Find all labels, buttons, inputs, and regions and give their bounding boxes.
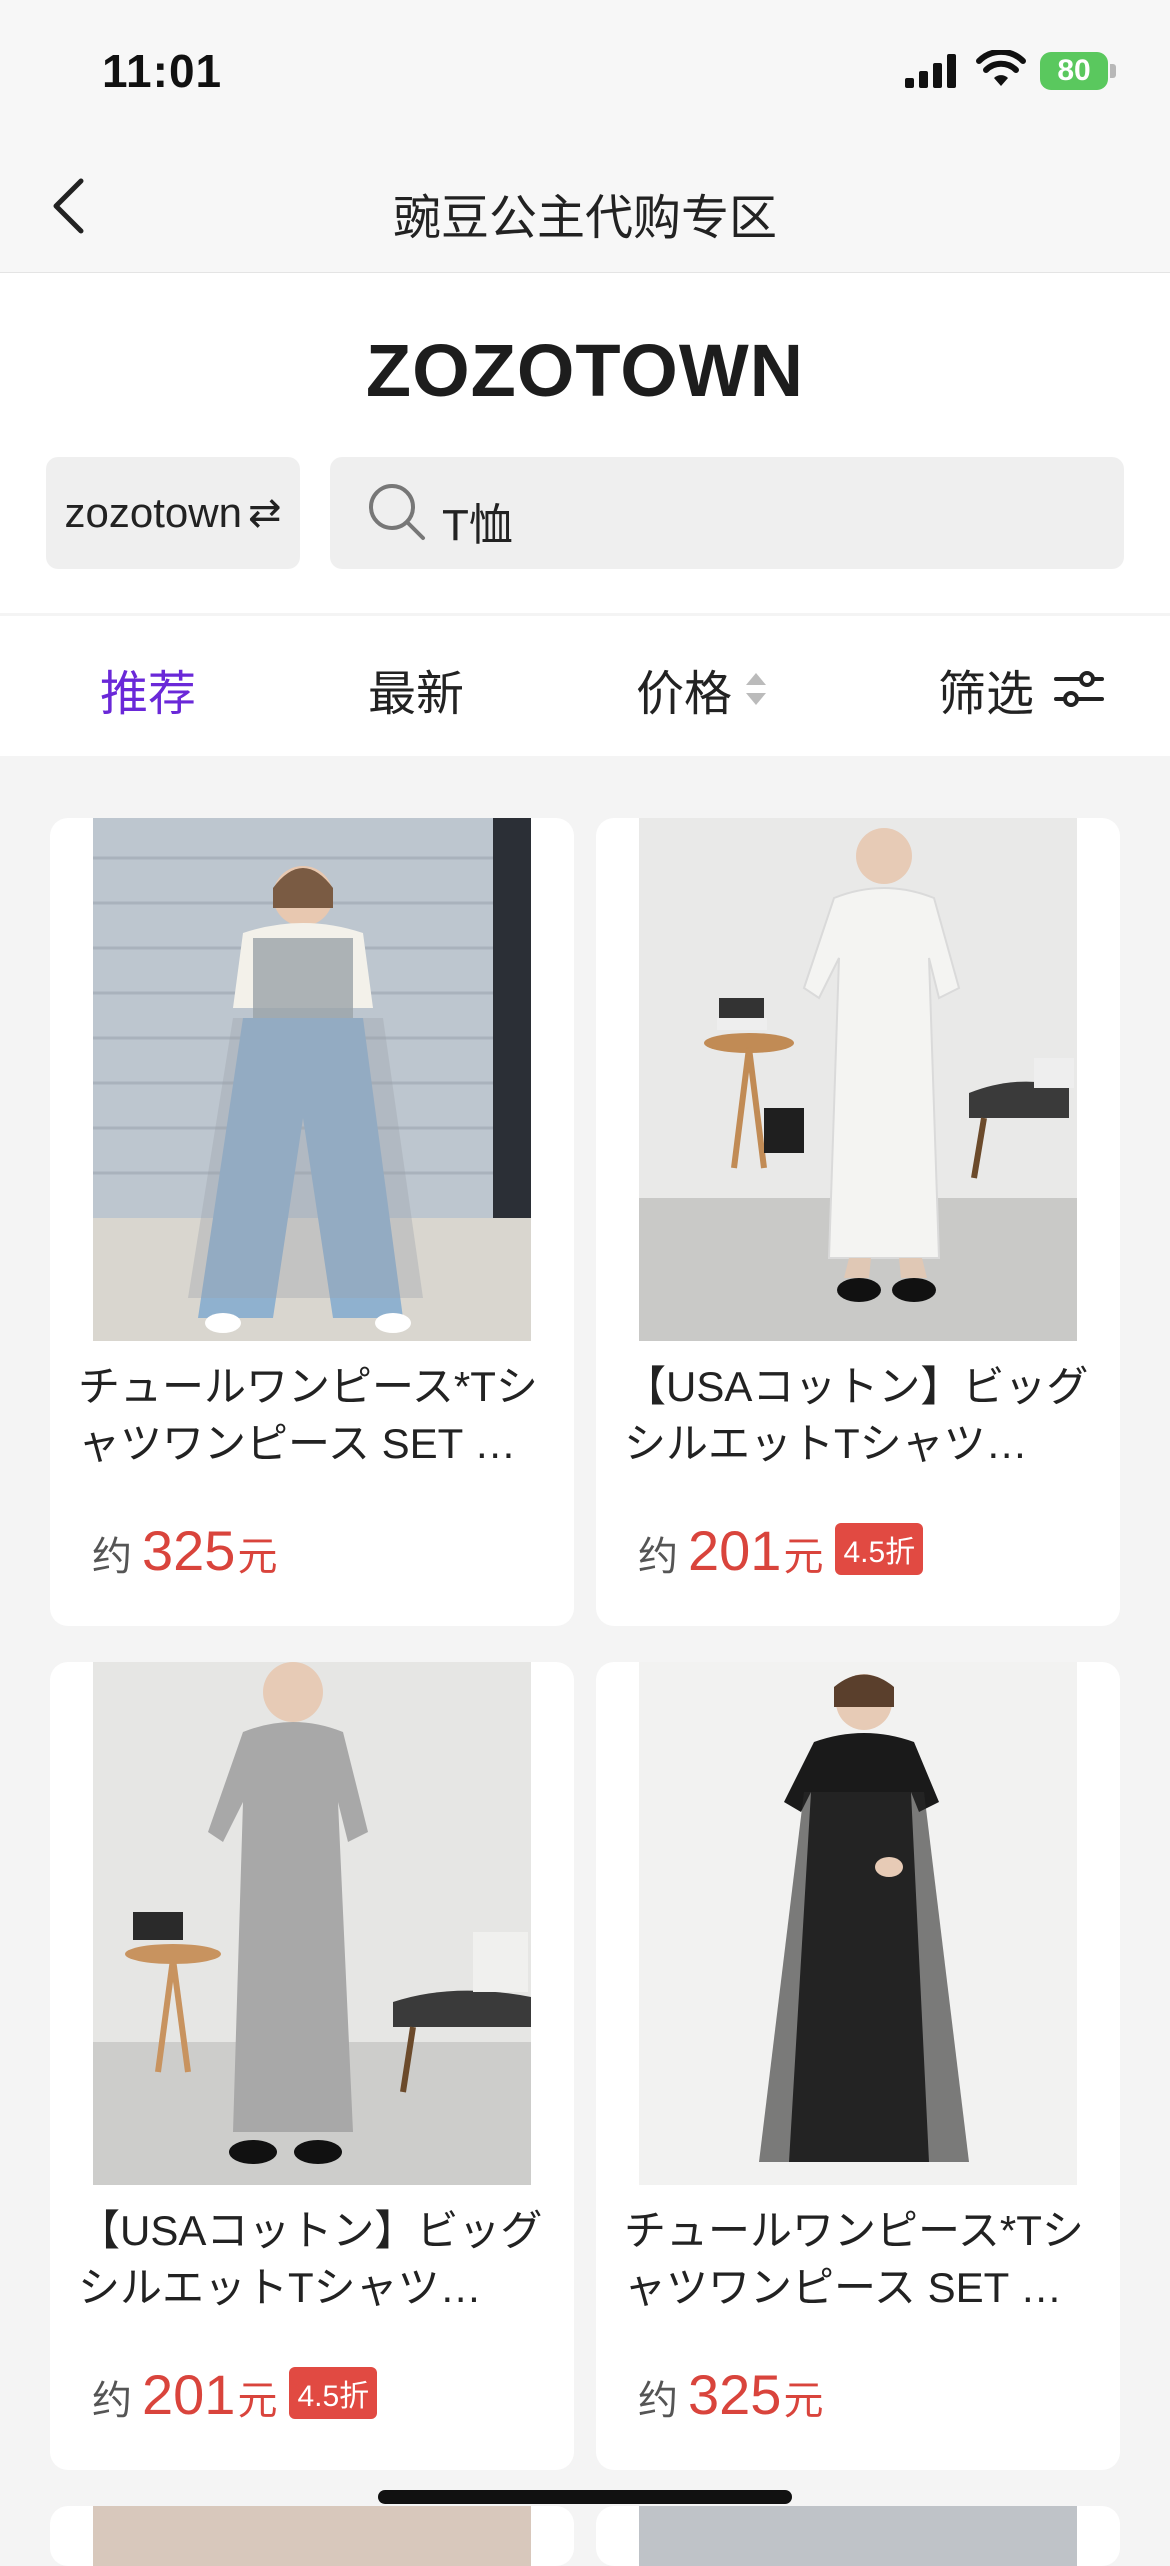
price-unit: 元 — [783, 2379, 824, 2423]
product-price: 201 — [688, 1519, 782, 1582]
status-bar: 11:01 80 — [0, 0, 1170, 140]
discount-badge: 4.5折 — [289, 2367, 378, 2419]
sort-newest-tab[interactable]: 最新 — [368, 654, 464, 724]
product-price-row: 约 201 元 4.5折 — [92, 2362, 378, 2427]
signal-icon — [905, 54, 956, 88]
product-image — [639, 1662, 1077, 2185]
filter-sliders-icon — [1054, 671, 1105, 707]
product-price: 325 — [688, 2363, 782, 2426]
status-time: 11:01 — [102, 45, 223, 97]
filter-label: 筛选 — [938, 668, 1035, 721]
product-price-row: 约 325 元 — [92, 1518, 277, 1583]
price-approx-label: 约 — [92, 2379, 132, 2423]
price-approx-label: 约 — [638, 1535, 678, 1579]
nav-bar: 豌豆公主代购专区 — [0, 140, 1170, 273]
store-switch-button[interactable]: zozotown ⇄ — [46, 457, 300, 569]
battery-icon: 80 — [1040, 52, 1108, 90]
swap-icon: ⇄ — [247, 491, 282, 535]
brand-header: ZOZOTOWN zozotown ⇄ T恤 — [0, 273, 1170, 613]
page-title: 豌豆公主代购专区 — [392, 192, 777, 245]
sort-arrows-icon — [746, 673, 767, 705]
product-price: 325 — [142, 1519, 236, 1582]
product-card[interactable]: 【USAコットン】ビッグシルエットTシャツ… 约 201 元 4.5折 — [50, 1662, 574, 2470]
search-icon — [369, 484, 425, 540]
sort-price-label: 价格 — [636, 668, 733, 721]
product-title: チュールワンピース*Tシャツワンピース SET … — [78, 1363, 538, 1467]
discount-badge: 4.5折 — [835, 1523, 924, 1575]
product-image — [93, 2506, 531, 2566]
sort-newest-label: 最新 — [368, 668, 465, 721]
product-image — [639, 2506, 1077, 2566]
price-unit: 元 — [237, 1535, 278, 1579]
search-query: T恤 — [442, 501, 513, 550]
product-price-row: 约 201 元 4.5折 — [638, 1518, 924, 1583]
zozotown-logo: ZOZOTOWN — [365, 329, 805, 412]
product-title: チュールワンピース*Tシャツワンピース SET … — [624, 2207, 1084, 2311]
sort-recommend-label: 推荐 — [100, 668, 197, 721]
price-approx-label: 约 — [92, 1535, 132, 1579]
product-title: 【USAコットン】ビッグシルエットTシャツ… — [624, 1363, 1089, 1467]
product-image — [93, 1662, 531, 2185]
price-approx-label: 约 — [638, 2379, 678, 2423]
product-image — [93, 818, 531, 1341]
product-card[interactable]: 【USAコットン】ビッグシルエットTシャツ… 约 201 元 4.5折 — [596, 818, 1120, 1626]
product-price-row: 约 325 元 — [638, 2362, 823, 2427]
product-card[interactable]: チュールワンピース*Tシャツワンピース SET … 约 325 元 — [50, 818, 574, 1626]
store-name: zozotown — [64, 489, 242, 536]
battery-cap — [1110, 64, 1116, 78]
product-card[interactable]: チュールワンピース*Tシャツワンピース SET … 约 325 元 — [596, 1662, 1120, 2470]
sort-bar: 推荐 最新 价格 筛选 — [0, 616, 1170, 756]
wifi-icon — [976, 50, 1026, 86]
home-indicator[interactable] — [378, 2490, 792, 2504]
filter-button[interactable]: 筛选 — [938, 654, 1105, 724]
product-card[interactable] — [596, 2506, 1120, 2566]
sort-recommend-tab[interactable]: 推荐 — [100, 654, 196, 724]
product-title: 【USAコットン】ビッグシルエットTシャツ… — [78, 2207, 543, 2311]
price-unit: 元 — [783, 1535, 824, 1579]
search-input[interactable]: T恤 — [330, 457, 1124, 569]
sort-price-tab[interactable]: 价格 — [636, 654, 768, 724]
product-price: 201 — [142, 2363, 236, 2426]
battery-level: 80 — [1057, 54, 1091, 87]
product-image — [639, 818, 1077, 1341]
product-card[interactable] — [50, 2506, 574, 2566]
price-unit: 元 — [237, 2379, 278, 2423]
